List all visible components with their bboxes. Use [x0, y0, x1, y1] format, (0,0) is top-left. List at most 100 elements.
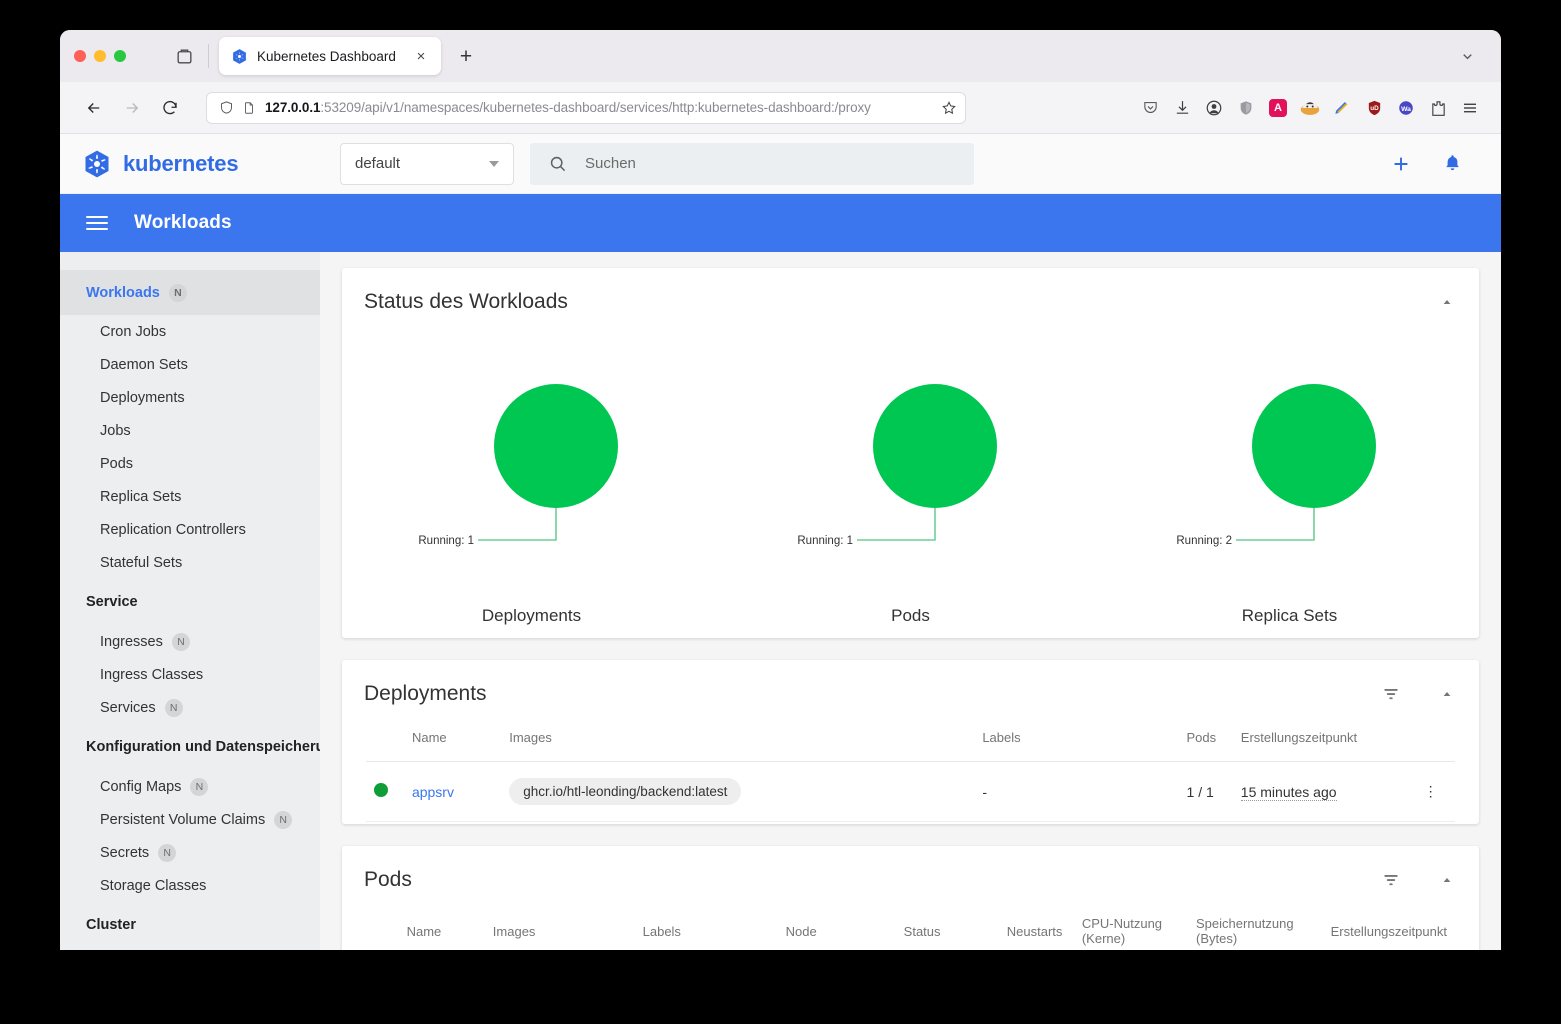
wappalyzer-icon[interactable]: Wa	[1393, 95, 1419, 121]
sidebar-item-storage-classes[interactable]: Storage Classes	[60, 869, 320, 902]
chart-slice[interactable]	[493, 384, 618, 508]
search-box[interactable]: Suchen	[530, 142, 974, 185]
sidebar-item-ingresses[interactable]: Ingresses N	[60, 625, 320, 658]
sidebar-group-konfiguration: Konfiguration und Datenspeicherung	[86, 739, 320, 755]
highlighter-icon[interactable]	[1329, 95, 1355, 121]
url-text: 127.0.0.1:53209/api/v1/namespaces/kubern…	[265, 100, 935, 115]
donut-chart: Running: 1	[418, 384, 618, 547]
chart-slice-label: Running: 2	[1176, 535, 1232, 547]
deployments-table-wrap: Name Images Labels Pods Erstellungszeitpunkt…	[342, 716, 1479, 824]
col-status[interactable]: Status	[895, 902, 999, 950]
pocket-icon[interactable]	[1137, 95, 1163, 121]
privacy-shield-icon[interactable]	[1233, 95, 1259, 121]
chevron-down-icon[interactable]	[1455, 44, 1479, 68]
page-info-icon[interactable]	[242, 101, 256, 115]
bookmark-star-icon[interactable]	[941, 100, 957, 116]
col-images[interactable]: Images	[484, 902, 635, 950]
col-speichernutzung-bytes[interactable]: Speichernutzung (Bytes)	[1188, 902, 1323, 950]
browser-tab[interactable]: Kubernetes Dashboard ×	[219, 37, 441, 75]
extensions-puzzle-icon[interactable]	[1425, 95, 1451, 121]
col-pods[interactable]: Pods	[1178, 716, 1233, 762]
notifications-bell-icon[interactable]	[1442, 153, 1463, 174]
leader-line	[1235, 508, 1315, 541]
sidebar-item-services[interactable]: Services N	[60, 691, 320, 724]
sidebar-item-daemon-sets[interactable]: Daemon Sets	[60, 348, 320, 381]
search-icon	[548, 154, 567, 173]
sidebar-item-secrets[interactable]: Secrets N	[60, 836, 320, 869]
col-neustarts[interactable]: Neustarts	[998, 902, 1074, 950]
sidebar-item-deployments[interactable]: Deployments	[60, 381, 320, 414]
sidebar-item-jobs[interactable]: Jobs	[60, 414, 320, 447]
kubernetes-dashboard-page: kubernetes default Suchen Workloads Work…	[60, 134, 1501, 950]
sidebar-item-persistent-volume-claims[interactable]: Persistent Volume Claims N	[60, 803, 320, 836]
close-tab-icon[interactable]: ×	[411, 46, 431, 66]
namespaced-badge: N	[274, 810, 293, 829]
account-icon[interactable]	[1201, 95, 1227, 121]
sidebar-item-ingress-classes[interactable]: Ingress Classes	[60, 658, 320, 691]
list-all-tabs-icon[interactable]	[170, 42, 198, 70]
status-card-tools	[1439, 294, 1455, 310]
sidebar-item-label: Daemon Sets	[100, 356, 188, 373]
sidebar-item-workloads[interactable]: Workloads N	[60, 270, 320, 315]
sidebar-item-replica-sets[interactable]: Replica Sets	[60, 480, 320, 513]
sidebar-item-label: Replica Sets	[100, 488, 182, 505]
sidebar-item-replication-controllers[interactable]: Replication Controllers	[60, 513, 320, 546]
sidebar-item-pods[interactable]: Pods	[60, 447, 320, 480]
maximize-window-button[interactable]	[114, 50, 126, 62]
ublock-origin-icon[interactable]: uD	[1361, 95, 1387, 121]
cell-images: ghcr.io/htl-leonding/backend:latest	[501, 761, 750, 822]
back-button[interactable]	[78, 92, 110, 124]
add-resource-button[interactable]	[1390, 153, 1412, 175]
reload-button[interactable]	[154, 92, 186, 124]
sidebar-item-label: Replication Controllers	[100, 521, 246, 538]
minimize-window-button[interactable]	[94, 50, 106, 62]
filter-icon[interactable]	[1381, 870, 1401, 890]
row-menu-button[interactable]: ⋮	[1406, 761, 1455, 822]
chevron-up-icon[interactable]	[1439, 686, 1455, 702]
menu-icon[interactable]	[1457, 95, 1483, 121]
forward-button[interactable]	[116, 92, 148, 124]
sidebar-item-stateful-sets[interactable]: Stateful Sets	[60, 546, 320, 579]
sidebar-item-label: Jobs	[100, 422, 131, 439]
close-window-button[interactable]	[74, 50, 86, 62]
deployment-link[interactable]: appsrv	[412, 784, 454, 800]
col-labels[interactable]: Labels	[974, 716, 1179, 762]
filter-icon[interactable]	[1381, 684, 1401, 704]
brand-logo[interactable]: kubernetes	[82, 149, 322, 179]
chevron-up-icon[interactable]	[1439, 294, 1455, 310]
menu-toggle-icon[interactable]	[86, 216, 108, 230]
adobe-icon[interactable]: A	[1265, 95, 1291, 121]
chevron-up-icon[interactable]	[1439, 872, 1455, 888]
chevron-down-icon	[489, 160, 499, 167]
status-card-title: Status des Workloads	[364, 290, 568, 313]
new-tab-button[interactable]: +	[451, 41, 481, 71]
col-erstellungszeitpunkt[interactable]: Erstellungszeitpunkt	[1232, 716, 1407, 762]
chart-title: Pods	[891, 606, 930, 625]
cell-name[interactable]: appsrv	[403, 761, 502, 822]
privacy-badger-icon[interactable]	[1297, 95, 1323, 121]
sidebar-item-config-maps[interactable]: Config Maps N	[60, 770, 320, 803]
col-node[interactable]: Node	[777, 902, 896, 950]
namespaced-badge: N	[171, 632, 190, 651]
col-name[interactable]: Name	[403, 716, 502, 762]
namespace-selector[interactable]: default	[340, 142, 514, 185]
table-row[interactable]: appsrv ghcr.io/htl-leonding/backend:lates…	[366, 761, 1455, 822]
address-bar[interactable]: 127.0.0.1:53209/api/v1/namespaces/kubern…	[206, 91, 966, 124]
deployments-card: Deployments Name Images Labels Pods Erstellu…	[342, 660, 1479, 824]
chart-title: Deployments	[481, 606, 582, 625]
chart-slice[interactable]	[872, 384, 997, 508]
shield-icon[interactable]	[219, 100, 234, 115]
chart-slice[interactable]	[1251, 384, 1376, 508]
created-timestamp: 15 minutes ago	[1240, 783, 1337, 801]
col-images[interactable]: Images	[501, 716, 750, 762]
sidebar-item-cron-jobs[interactable]: Cron Jobs	[60, 315, 320, 348]
sidebar-item-cluster-role-bindings[interactable]: Cluster Role Bindings	[60, 948, 320, 950]
col-labels[interactable]: Labels	[634, 902, 778, 950]
col-cpu-nutzung-kerne[interactable]: CPU-Nutzung (Kerne)	[1073, 902, 1189, 950]
col-name[interactable]: Name	[398, 902, 485, 950]
table-header-row: Name Images Labels Pods Erstellungszeitpunkt	[366, 716, 1455, 762]
cell-spacer	[749, 761, 975, 822]
pods-title: Pods	[364, 868, 412, 891]
download-icon[interactable]	[1169, 95, 1195, 121]
col-erstellungszeitpunkt[interactable]: Erstellungszeitpunkt	[1322, 902, 1455, 950]
